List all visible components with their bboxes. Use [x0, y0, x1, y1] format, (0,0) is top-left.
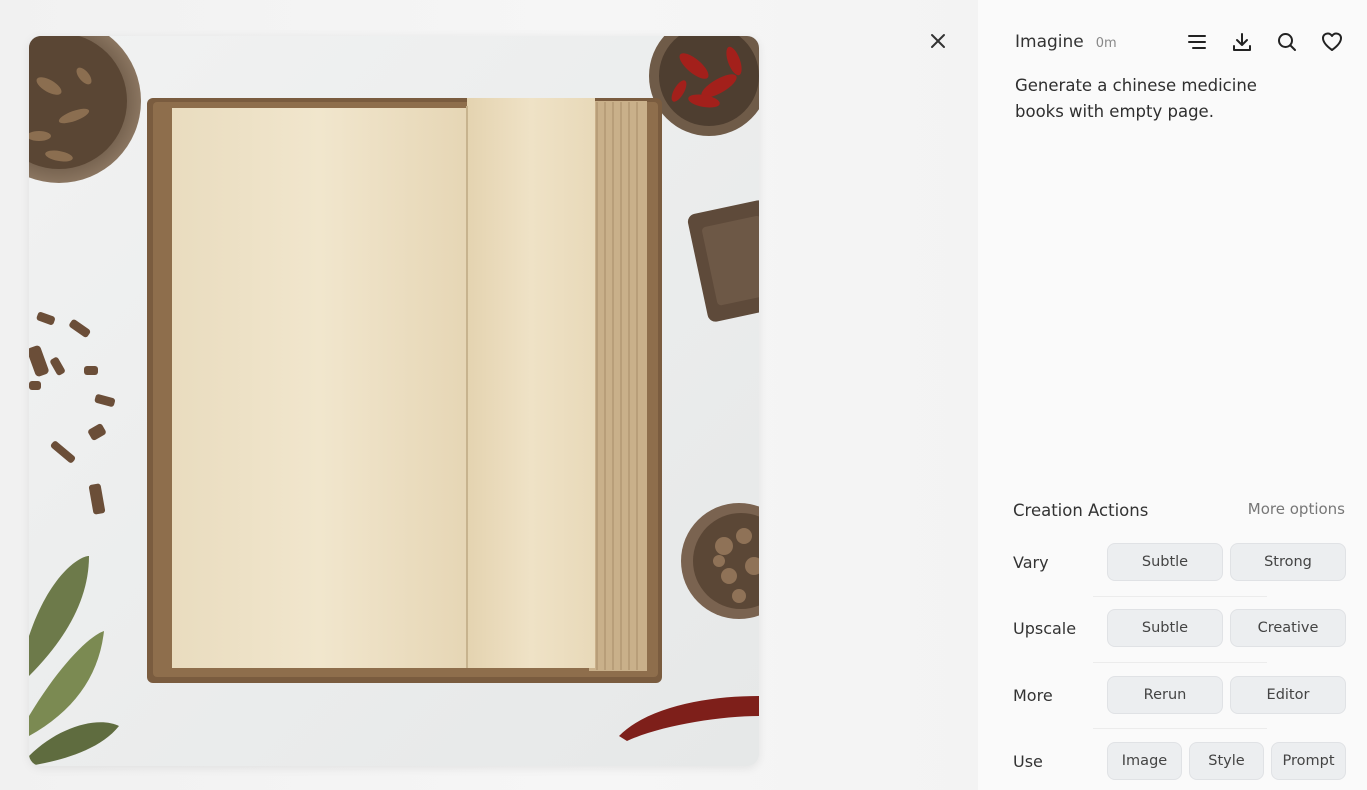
vary-strong-button[interactable]: Strong: [1230, 543, 1346, 581]
search-button[interactable]: [1272, 27, 1302, 57]
action-row-vary: Vary Subtle Strong: [1013, 542, 1346, 582]
prompt-text: Generate a chinese medicine books with e…: [1015, 76, 1257, 121]
use-style-button[interactable]: Style: [1189, 742, 1264, 780]
divider: [1093, 728, 1267, 729]
rerun-button[interactable]: Rerun: [1107, 676, 1223, 714]
divider: [1093, 596, 1267, 597]
generated-image[interactable]: [29, 36, 759, 766]
use-prompt-button[interactable]: Prompt: [1271, 742, 1346, 780]
age-label: 0m: [1095, 35, 1117, 51]
close-icon: [931, 34, 945, 48]
action-row-upscale: Upscale Subtle Creative: [1013, 608, 1346, 648]
row-label: Vary: [1013, 552, 1049, 572]
more-options-link[interactable]: More options: [1248, 500, 1345, 518]
upscale-creative-button[interactable]: Creative: [1230, 609, 1346, 647]
editor-button[interactable]: Editor: [1230, 676, 1346, 714]
use-image-button[interactable]: Image: [1107, 742, 1182, 780]
like-button[interactable]: [1317, 27, 1347, 57]
image-viewer: [0, 0, 978, 790]
action-row-more: More Rerun Editor: [1013, 675, 1346, 715]
menu-button[interactable]: [1182, 27, 1212, 57]
vary-subtle-button[interactable]: Subtle: [1107, 543, 1223, 581]
upscale-subtle-button[interactable]: Subtle: [1107, 609, 1223, 647]
heart-icon: [1322, 32, 1342, 51]
download-icon: [1233, 33, 1251, 51]
divider: [1093, 662, 1267, 663]
search-icon: [1278, 33, 1296, 51]
details-panel: Imagine 0m Generate a chinese medicine b…: [978, 0, 1367, 790]
row-label: Upscale: [1013, 618, 1077, 638]
book-illustration: [29, 36, 759, 766]
download-button[interactable]: [1227, 27, 1257, 57]
action-row-use: Use Image Style Prompt: [1013, 741, 1346, 781]
creation-actions-title: Creation Actions: [1013, 501, 1149, 520]
menu-lines-icon: [1188, 35, 1206, 49]
row-label: More: [1013, 685, 1053, 705]
app-name: Imagine: [1015, 32, 1084, 52]
row-label: Use: [1013, 751, 1043, 771]
close-button[interactable]: [924, 27, 952, 55]
panel-header: Imagine 0m: [1015, 29, 1347, 55]
